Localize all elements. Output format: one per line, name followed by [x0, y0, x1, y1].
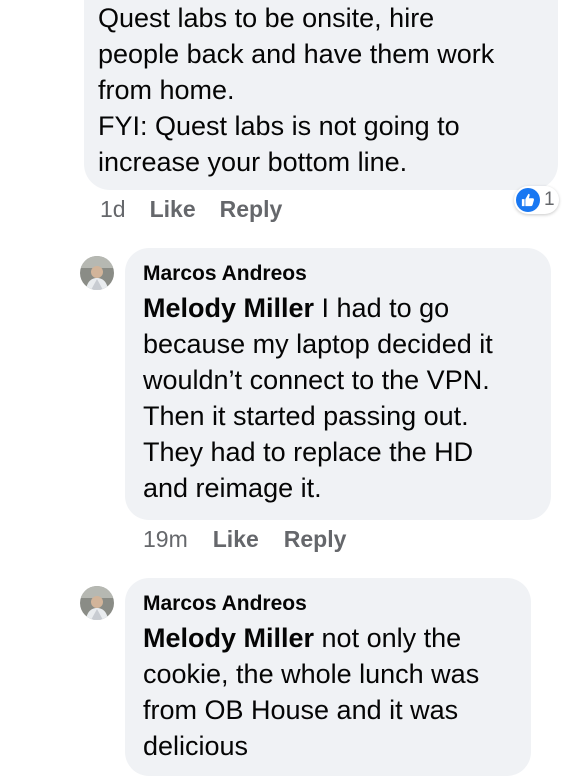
- comment-text: Melody Miller I had to go because my lap…: [143, 290, 533, 506]
- like-button[interactable]: Like: [213, 526, 259, 553]
- comment-line: Quest labs to be onsite, hire: [98, 3, 435, 33]
- avatar[interactable]: [80, 256, 114, 290]
- comment-line: Then it started passing out.: [143, 401, 469, 431]
- comment-line: delicious: [143, 731, 249, 761]
- comment-line: cookie, the whole lunch was: [143, 659, 480, 689]
- comment-line: because my laptop decided it: [143, 329, 493, 359]
- reply-button[interactable]: Reply: [220, 196, 283, 223]
- comment-timestamp[interactable]: 1d: [100, 196, 126, 223]
- comment-line: Melody Miller not only the: [143, 620, 513, 656]
- reaction-count: 1: [544, 189, 555, 210]
- comment-text: Melody Miller not only the cookie, the w…: [143, 620, 513, 764]
- reply-button[interactable]: Reply: [284, 526, 347, 553]
- comment-line: and reimage it.: [143, 473, 322, 503]
- comment-author[interactable]: Marcos Andreos: [143, 260, 533, 288]
- comment-bubble: Marcos Andreos Melody Miller I had to go…: [125, 248, 551, 520]
- like-button[interactable]: Like: [150, 196, 196, 223]
- comment-line: They had to replace the HD: [143, 437, 474, 467]
- comment-actions-top: 1d Like Reply: [100, 196, 282, 223]
- comment-bubble: Marcos Andreos Melody Miller not only th…: [125, 578, 531, 776]
- comment-line: from OB House and it was: [143, 695, 459, 725]
- comment-timestamp[interactable]: 19m: [143, 526, 188, 553]
- comment-line: from home.: [98, 75, 235, 105]
- comment-line: FYI: Quest labs is not going to: [98, 111, 460, 141]
- comment-line-text: I had to go: [314, 293, 450, 323]
- comment-line: Melody Miller I had to go: [143, 290, 533, 326]
- thumbs-up-icon: [516, 188, 540, 212]
- mention-link[interactable]: Melody Miller: [143, 293, 314, 323]
- comment-author[interactable]: Marcos Andreos: [143, 590, 513, 618]
- comment-line: increase your bottom line.: [98, 147, 408, 177]
- comment-line: people back and have them work: [98, 39, 495, 69]
- avatar[interactable]: [80, 586, 114, 620]
- comment-text-top: Quest labs to be onsite, hire people bac…: [98, 0, 553, 180]
- mention-link[interactable]: Melody Miller: [143, 623, 314, 653]
- comment-line-text: not only the: [314, 623, 462, 653]
- comment-actions: 19m Like Reply: [143, 526, 346, 553]
- comment-line: wouldn’t connect to the VPN.: [143, 365, 490, 395]
- reaction-summary[interactable]: 1: [514, 186, 559, 214]
